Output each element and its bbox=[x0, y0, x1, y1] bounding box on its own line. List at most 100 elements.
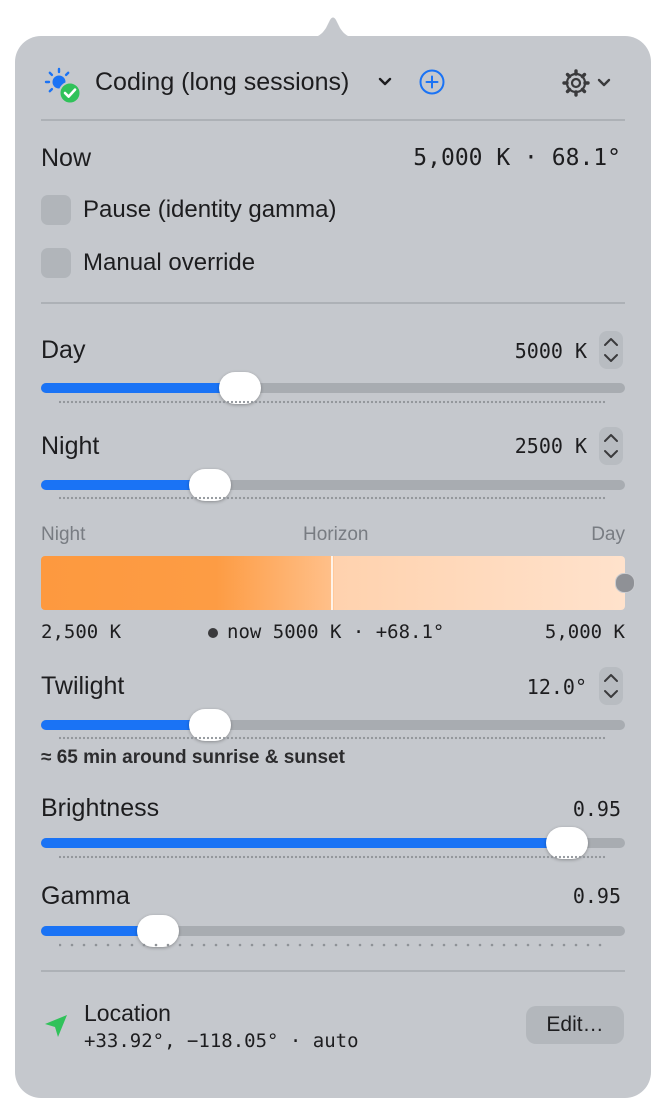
slider-tick bbox=[410, 400, 414, 404]
now-dot-icon bbox=[208, 628, 218, 638]
slider-tick bbox=[598, 943, 602, 947]
gamma-slider[interactable] bbox=[41, 915, 625, 947]
slider-tick bbox=[526, 400, 530, 404]
slider-tick bbox=[366, 400, 370, 404]
slider-tick bbox=[454, 736, 458, 740]
slider-tick bbox=[210, 496, 214, 500]
slider-tick bbox=[134, 496, 138, 500]
slider-tick bbox=[510, 855, 514, 859]
slider-tick bbox=[486, 496, 490, 500]
chevron-down-icon[interactable] bbox=[377, 76, 393, 88]
gear-icon[interactable] bbox=[561, 66, 617, 100]
slider-tick bbox=[130, 400, 134, 404]
slider-tick bbox=[454, 855, 458, 859]
slider-tick bbox=[258, 855, 262, 859]
slider-tick bbox=[314, 496, 318, 500]
pause-checkbox[interactable] bbox=[41, 195, 71, 225]
slider-tick bbox=[202, 943, 206, 947]
pause-label[interactable]: Pause (identity gamma) bbox=[83, 195, 336, 225]
slider-tick bbox=[582, 736, 586, 740]
slider-tick bbox=[86, 855, 90, 859]
slider-tick bbox=[378, 496, 382, 500]
slider-tick bbox=[290, 496, 294, 500]
slider-tick bbox=[310, 855, 314, 859]
twilight-stepper[interactable] bbox=[599, 667, 623, 705]
slider-tick bbox=[266, 400, 270, 404]
slider-tick bbox=[562, 736, 566, 740]
manual-override-checkbox[interactable] bbox=[41, 248, 71, 278]
slider-tick bbox=[442, 736, 446, 740]
slider-tick bbox=[274, 736, 278, 740]
slider-tick bbox=[390, 400, 394, 404]
slider-tick bbox=[134, 736, 138, 740]
slider-tick bbox=[346, 496, 350, 500]
slider-tick bbox=[558, 400, 562, 404]
slider-tick bbox=[350, 496, 354, 500]
slider-tick bbox=[142, 496, 146, 500]
slider-tick bbox=[510, 736, 514, 740]
twilight-slider[interactable] bbox=[41, 709, 625, 741]
day-stepper[interactable] bbox=[599, 331, 623, 369]
brightness-slider[interactable] bbox=[41, 827, 625, 859]
slider-tick bbox=[94, 943, 98, 947]
slider-tick bbox=[486, 855, 490, 859]
plus-circle-icon[interactable] bbox=[419, 69, 445, 95]
slider-tick bbox=[138, 855, 142, 859]
slider-tick bbox=[490, 736, 494, 740]
slider-tick bbox=[502, 400, 506, 404]
day-value: 5000 K bbox=[514, 339, 587, 363]
slider-tick bbox=[446, 400, 450, 404]
slider-tick bbox=[574, 855, 578, 859]
slider-tick bbox=[554, 855, 558, 859]
slider-tick bbox=[82, 855, 86, 859]
slider-tick bbox=[602, 496, 606, 500]
slider-tick bbox=[382, 855, 386, 859]
slider-tick bbox=[550, 855, 554, 859]
slider-tick bbox=[66, 400, 70, 404]
night-value: 2500 K bbox=[514, 434, 587, 458]
slider-tick bbox=[598, 496, 602, 500]
night-stepper[interactable] bbox=[599, 427, 623, 465]
divider bbox=[41, 302, 625, 304]
slider-tick bbox=[398, 496, 402, 500]
slider-tick bbox=[138, 496, 142, 500]
slider-tick bbox=[186, 855, 190, 859]
slider-tick bbox=[354, 496, 358, 500]
manual-override-label[interactable]: Manual override bbox=[83, 248, 255, 278]
slider-tick bbox=[70, 400, 74, 404]
slider-tick bbox=[222, 400, 226, 404]
slider-tick bbox=[270, 496, 274, 500]
slider-tick bbox=[154, 943, 158, 947]
slider-tick bbox=[226, 400, 230, 404]
slider-tick bbox=[166, 400, 170, 404]
day-slider[interactable] bbox=[41, 372, 625, 404]
slider-tick bbox=[342, 400, 346, 404]
profile-name[interactable]: Coding (long sessions) bbox=[95, 66, 349, 98]
slider-tick bbox=[286, 400, 290, 404]
slider-tick bbox=[194, 400, 198, 404]
slider-tick bbox=[242, 496, 246, 500]
slider-tick bbox=[522, 496, 526, 500]
slider-tick bbox=[234, 400, 238, 404]
night-slider[interactable] bbox=[41, 469, 625, 501]
slider-tick bbox=[362, 736, 366, 740]
slider-tick bbox=[86, 736, 90, 740]
slider-tick bbox=[454, 943, 458, 947]
location-arrow-icon bbox=[45, 1015, 67, 1037]
slider-tick bbox=[322, 496, 326, 500]
slider-tick bbox=[134, 855, 138, 859]
slider-tick bbox=[282, 736, 286, 740]
slider-tick bbox=[430, 496, 434, 500]
slider-tick bbox=[370, 943, 374, 947]
slider-tick bbox=[386, 496, 390, 500]
slider-tick bbox=[490, 943, 494, 947]
slider-tick bbox=[226, 855, 230, 859]
edit-location-button[interactable]: Edit… bbox=[526, 1006, 624, 1044]
slider-tick bbox=[254, 496, 258, 500]
slider-tick bbox=[59, 736, 62, 740]
slider-tick bbox=[70, 496, 74, 500]
color-temperature-gradient bbox=[41, 556, 625, 610]
slider-tick bbox=[602, 855, 606, 859]
slider-tick bbox=[522, 400, 526, 404]
slider-tick bbox=[302, 496, 306, 500]
